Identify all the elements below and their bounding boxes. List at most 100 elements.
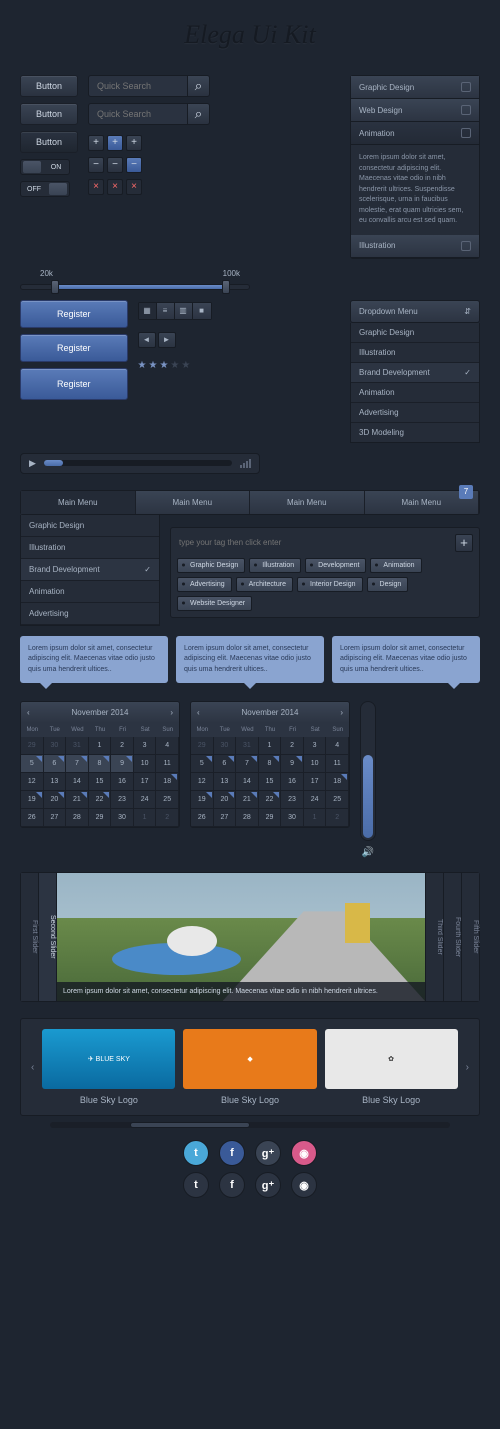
calendar-day[interactable]: 7 xyxy=(236,755,259,773)
search-button-2[interactable]: ⌕ xyxy=(188,103,210,125)
calendar-day[interactable]: 29 xyxy=(259,809,282,827)
tag[interactable]: Illustration xyxy=(249,558,301,573)
calendar-day[interactable]: 14 xyxy=(236,773,259,791)
calendar-day[interactable]: 8 xyxy=(89,755,112,773)
view-grid[interactable]: ▦ xyxy=(139,303,157,319)
calendar-day[interactable]: 29 xyxy=(191,737,214,755)
calendar-day[interactable]: 28 xyxy=(236,809,259,827)
calendar-day[interactable]: 14 xyxy=(66,773,89,791)
slider-tab-1[interactable]: First Slider xyxy=(21,873,39,1001)
calendar-day[interactable]: 2 xyxy=(111,737,134,755)
calendar-day[interactable]: 20 xyxy=(44,791,67,809)
calendar-day[interactable]: 31 xyxy=(66,737,89,755)
carousel-scrollbar[interactable] xyxy=(50,1122,450,1128)
calendar-day[interactable]: 12 xyxy=(191,773,214,791)
calendar-day[interactable]: 15 xyxy=(89,773,112,791)
calendar-day[interactable]: 21 xyxy=(236,791,259,809)
calendar-day[interactable]: 11 xyxy=(156,755,179,773)
calendar-day[interactable]: 19 xyxy=(21,791,44,809)
calendar-day[interactable]: 3 xyxy=(134,737,157,755)
calendar-day[interactable]: 30 xyxy=(214,737,237,755)
range-slider[interactable] xyxy=(20,284,250,290)
dribbble-button-dark[interactable]: ◉ xyxy=(291,1172,317,1198)
tag[interactable]: Animation xyxy=(370,558,421,573)
audio-progress[interactable] xyxy=(44,460,232,466)
calendar-day[interactable]: 29 xyxy=(89,809,112,827)
accordion-item-illustration[interactable]: Illustration xyxy=(351,235,479,258)
calendar-day[interactable]: 25 xyxy=(326,791,349,809)
googleplus-button[interactable]: g⁺ xyxy=(255,1140,281,1166)
calendar-day[interactable]: 6 xyxy=(214,755,237,773)
main-menu-item-3[interactable]: Main Menu xyxy=(250,491,365,514)
search-input-2[interactable] xyxy=(88,103,188,125)
calendar-day[interactable]: 9 xyxy=(111,755,134,773)
main-menu-item-2[interactable]: Main Menu xyxy=(136,491,251,514)
slider-tab-5[interactable]: Fifth Slider xyxy=(461,873,479,1001)
calendar-day[interactable]: 16 xyxy=(281,773,304,791)
toggle-on[interactable]: ON xyxy=(20,159,70,175)
calendar-day[interactable]: 20 xyxy=(214,791,237,809)
cal-prev[interactable]: ‹ xyxy=(197,708,200,717)
calendar-day[interactable]: 29 xyxy=(21,737,44,755)
calendar-day[interactable]: 5 xyxy=(191,755,214,773)
slider-tิab-3[interactable]: Third Slider xyxy=(425,873,443,1001)
dropdown-item[interactable]: Advertising xyxy=(351,403,479,423)
calendar-day[interactable]: 17 xyxy=(304,773,327,791)
twitter-button-dark[interactable]: t xyxy=(183,1172,209,1198)
calendar-day[interactable]: 2 xyxy=(326,809,349,827)
calendar-day[interactable]: 1 xyxy=(134,809,157,827)
calendar-day[interactable]: 1 xyxy=(304,809,327,827)
dribbble-button[interactable]: ◉ xyxy=(291,1140,317,1166)
tag[interactable]: Website Designer xyxy=(177,596,252,611)
calendar-day[interactable]: 22 xyxy=(259,791,282,809)
calendar-day[interactable]: 8 xyxy=(259,755,282,773)
calendar-day[interactable]: 18 xyxy=(326,773,349,791)
calendar-day[interactable]: 9 xyxy=(281,755,304,773)
view-list[interactable]: ≡ xyxy=(157,303,175,319)
submenu-item[interactable]: Graphic Design xyxy=(21,515,159,537)
minus-button[interactable]: − xyxy=(88,157,104,173)
carousel-item[interactable]: ◆ Blue Sky Logo xyxy=(183,1029,316,1105)
accordion-item-graphic[interactable]: Graphic Design xyxy=(351,76,479,99)
calendar-day[interactable]: 4 xyxy=(326,737,349,755)
calendar-day[interactable]: 7 xyxy=(66,755,89,773)
close-button[interactable]: × xyxy=(88,179,104,195)
calendar-day[interactable]: 27 xyxy=(44,809,67,827)
next-arrow[interactable]: ► xyxy=(158,332,176,348)
dropdown-item[interactable]: Illustration xyxy=(351,343,479,363)
submenu-item[interactable]: Advertising xyxy=(21,603,159,625)
button-2[interactable]: Button xyxy=(20,103,78,125)
calendar-day[interactable]: 26 xyxy=(191,809,214,827)
calendar-day[interactable]: 18 xyxy=(156,773,179,791)
dropdown-item[interactable]: Brand Development✓ xyxy=(351,363,479,383)
calendar-day[interactable]: 6 xyxy=(44,755,67,773)
register-button-2[interactable]: Register xyxy=(20,334,128,362)
search-input-1[interactable] xyxy=(88,75,188,97)
slider-tab-4[interactable]: Fourth Slider xyxy=(443,873,461,1001)
tag-input[interactable] xyxy=(177,534,451,552)
minus-button-active[interactable]: − xyxy=(126,157,142,173)
calendar-day[interactable]: 10 xyxy=(304,755,327,773)
calendar-day[interactable]: 19 xyxy=(191,791,214,809)
button-1[interactable]: Button xyxy=(20,75,78,97)
main-menu-item-1[interactable]: Main Menu xyxy=(21,491,136,514)
prev-arrow[interactable]: ◄ xyxy=(138,332,156,348)
register-button-1[interactable]: Register xyxy=(20,300,128,328)
calendar-day[interactable]: 4 xyxy=(156,737,179,755)
close-button-2[interactable]: × xyxy=(107,179,123,195)
button-3[interactable]: Button xyxy=(20,131,78,153)
calendar-day[interactable]: 30 xyxy=(111,809,134,827)
calendar-day[interactable]: 13 xyxy=(214,773,237,791)
tag[interactable]: Advertising xyxy=(177,577,232,592)
tag[interactable]: Graphic Design xyxy=(177,558,245,573)
play-button[interactable]: ▶ xyxy=(29,458,36,469)
carousel-prev[interactable]: ‹ xyxy=(31,1062,34,1073)
calendar-day[interactable]: 23 xyxy=(111,791,134,809)
calendar-day[interactable]: 13 xyxy=(44,773,67,791)
calendar-day[interactable]: 28 xyxy=(66,809,89,827)
twitter-button[interactable]: t xyxy=(183,1140,209,1166)
calendar-day[interactable]: 30 xyxy=(281,809,304,827)
calendar-day[interactable]: 3 xyxy=(304,737,327,755)
close-button-3[interactable]: × xyxy=(126,179,142,195)
dropdown-item[interactable]: Graphic Design xyxy=(351,323,479,343)
